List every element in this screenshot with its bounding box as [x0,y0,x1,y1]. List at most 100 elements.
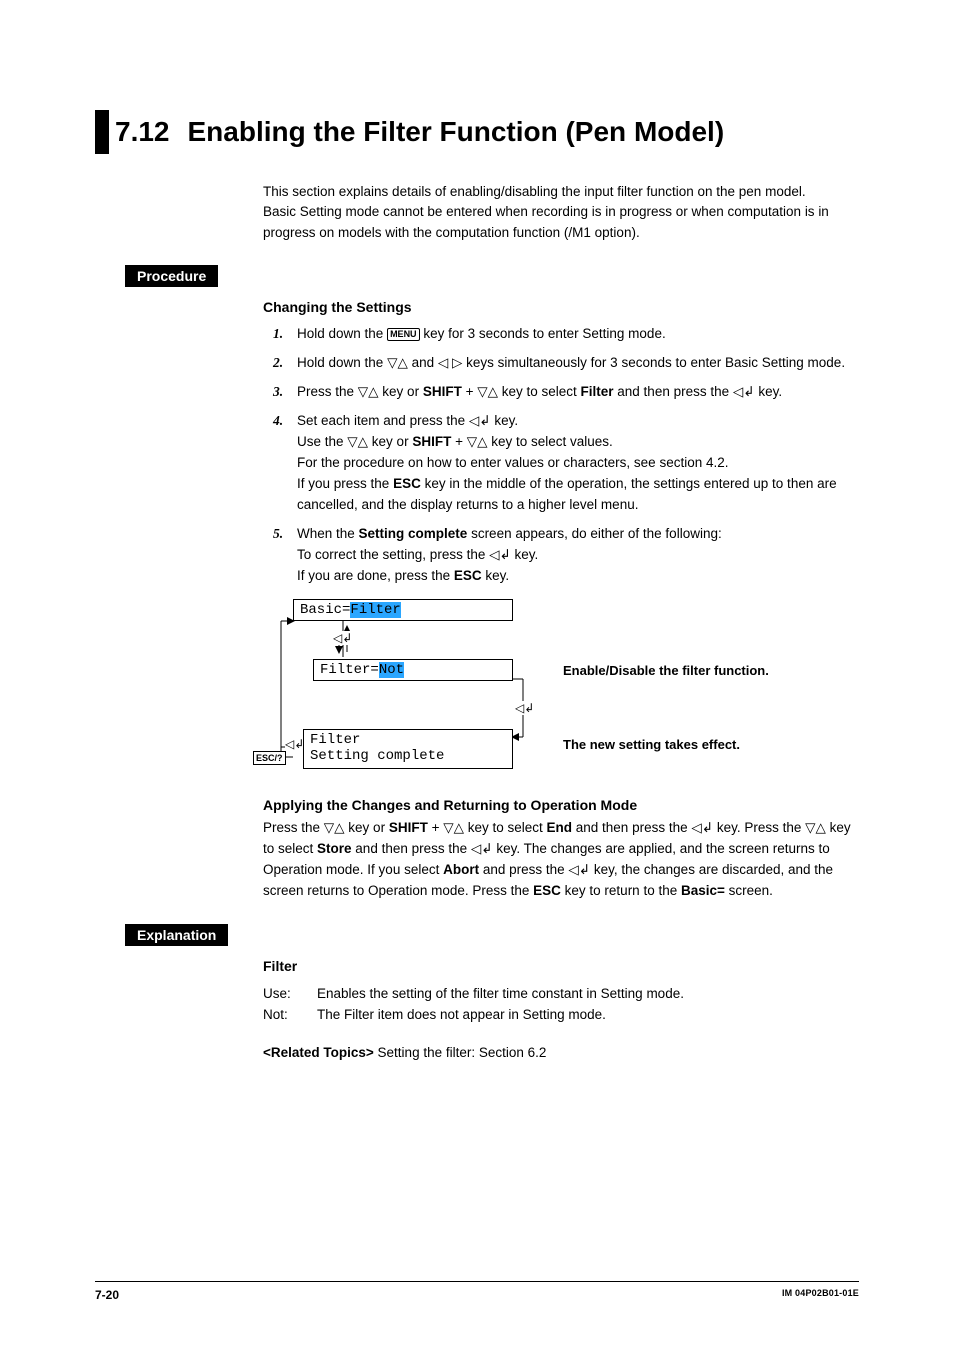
shift-key: SHIFT [412,434,451,449]
lcd-filter: Filter=Not [313,659,513,681]
esc-key-icon: ESC/? [253,751,286,765]
related-topics: <Related Topics> Setting the filter: Sec… [263,1043,859,1064]
down-up-icon: ▽△ [805,820,826,835]
down-up-icon: ▽△ [358,384,379,399]
svg-text:◁↲: ◁↲ [515,701,534,715]
step-text: Hold down the [297,326,387,341]
filter-key: Not: [263,1005,317,1026]
step-text: Use the [297,434,347,449]
filter-key: Use: [263,984,317,1005]
step-text: If you are done, press the [297,568,454,583]
step-text: key or [379,384,423,399]
left-right-icon: ◁ ▷ [438,355,463,370]
page-title: 7.12 Enabling the Filter Function (Pen Mo… [115,110,724,154]
step-text: When the [297,526,359,541]
down-up-icon: ▽△ [387,355,408,370]
lcd-setting-complete: Filter Setting complete [303,729,513,769]
step-text: and [408,355,438,370]
changing-heading: Changing the Settings [263,297,859,319]
title-text: Enabling the Filter Function (Pen Model) [188,116,725,147]
store-word: Store [317,841,352,856]
title-number: 7.12 [115,116,170,147]
step-text: key for 3 seconds to enter Setting mode. [420,326,666,341]
step-text: Press the [297,384,358,399]
filter-row: Not: The Filter item does not appear in … [263,1005,859,1026]
page: 7.12 Enabling the Filter Function (Pen Mo… [0,0,954,1350]
related-text: Setting the filter: Section 6.2 [374,1045,547,1060]
page-title-row: 7.12 Enabling the Filter Function (Pen Mo… [95,110,859,154]
page-number: 7-20 [95,1288,119,1302]
step-5: 5. When the Setting complete screen appe… [263,524,859,587]
enter-icon: ◁↲ [471,841,493,856]
explanation-content: Filter Use: Enables the setting of the f… [263,956,859,1064]
shift-key: SHIFT [423,384,462,399]
step-text: key. [482,568,510,583]
apply-block: Applying the Changes and Returning to Op… [263,795,859,902]
svg-text:◁↲: ◁↲ [285,737,304,751]
menu-key-icon: MENU [387,328,420,341]
enter-icon: ◁↲ [691,820,713,835]
step-text: + [451,434,466,449]
step-text: key to select [498,384,581,399]
step-2: 2. Hold down the ▽△ and ◁ ▷ keys simulta… [263,353,859,374]
esc-key: ESC [454,568,482,583]
procedure-label: Procedure [125,265,218,287]
step-text: key. [511,547,539,562]
filter-value: The Filter item does not appear in Setti… [317,1005,859,1026]
end-word: End [547,820,573,835]
step-1: 1. Hold down the MENU key for 3 seconds … [263,324,859,345]
step-text: key. [755,384,783,399]
step-number: 4. [273,411,283,432]
steps-list: 1. Hold down the MENU key for 3 seconds … [263,324,859,586]
related-label: <Related Topics> [263,1045,374,1060]
step-text: keys simultaneously for 3 seconds to ent… [462,355,845,370]
title-bar [95,110,109,154]
down-up-icon: ▽△ [467,434,488,449]
intro-line: Basic Setting mode cannot be entered whe… [263,202,859,243]
step-text: + [462,384,477,399]
lcd-basic: Basic=Filter [293,599,513,621]
filter-value: Enables the setting of the filter time c… [317,984,859,1005]
step-3: 3. Press the ▽△ key or SHIFT + ▽△ key to… [263,382,859,403]
enter-icon: ◁↲ [469,413,491,428]
filter-heading: Filter [263,956,859,978]
step-text: For the procedure on how to enter values… [297,455,729,470]
annotation-new-setting: The new setting takes effect. [563,737,740,754]
down-up-icon: ▽△ [477,384,498,399]
step-text: and then press the [614,384,733,399]
down-up-icon: ▽△ [324,820,345,835]
procedure-content: Changing the Settings 1. Hold down the M… [263,297,859,587]
step-number: 2. [273,353,283,374]
basic-eq: Basic= [681,883,725,898]
down-up-icon: ▽△ [347,434,368,449]
step-number: 3. [273,382,283,403]
intro-text: This section explains details of enablin… [263,182,859,243]
step-text: key or [368,434,412,449]
apply-text: Press the ▽△ key or SHIFT + ▽△ key to se… [263,818,859,902]
enter-icon: ◁↲ [489,547,511,562]
step-text: To correct the setting, press the [297,547,489,562]
intro-line: This section explains details of enablin… [263,182,859,202]
enter-icon: ◁↲ [733,384,755,399]
step-text: Set each item and press the [297,413,469,428]
step-text: key. [491,413,519,428]
down-up-icon: ▽△ [443,820,464,835]
step-text: Hold down the [297,355,387,370]
esc-key: ESC [533,883,561,898]
annotation-enable-disable: Enable/Disable the filter function. [563,663,769,680]
enter-icon: ◁↲ [568,862,590,877]
abort-word: Abort [443,862,479,877]
page-footer: 7-20 IM 04P02B01-01E [95,1281,859,1302]
step-text: screen appears, do either of the followi… [467,526,721,541]
setting-complete: Setting complete [359,526,468,541]
filter-word: Filter [581,384,614,399]
shift-key: SHIFT [389,820,428,835]
apply-heading: Applying the Changes and Returning to Op… [263,795,859,817]
step-text: key to select values. [487,434,612,449]
explanation-label: Explanation [125,924,228,946]
step-number: 5. [273,524,283,545]
menu-diagram: ◁↲ ◁↲ ◁↲ Basic=Filter Filter=Not Filter … [263,597,883,777]
svg-text:◁↲: ◁↲ [333,631,352,645]
filter-row: Use: Enables the setting of the filter t… [263,984,859,1005]
step-4: 4. Set each item and press the ◁↲ key. U… [263,411,859,516]
